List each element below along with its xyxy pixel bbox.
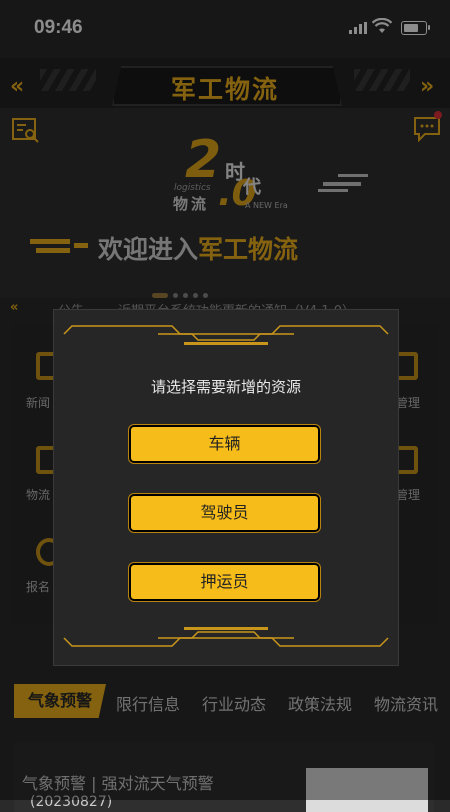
- option-vehicle-button[interactable]: 车辆: [131, 427, 318, 461]
- option-escort-button[interactable]: 押运员: [131, 565, 318, 599]
- dialog-top-decoration: [63, 325, 389, 345]
- resource-select-dialog: 请选择需要新增的资源 车辆 驾驶员 押运员: [53, 309, 399, 666]
- dialog-title: 请选择需要新增的资源: [150, 378, 301, 396]
- dialog-bottom-decoration: [63, 627, 389, 647]
- option-driver-button[interactable]: 驾驶员: [131, 496, 318, 530]
